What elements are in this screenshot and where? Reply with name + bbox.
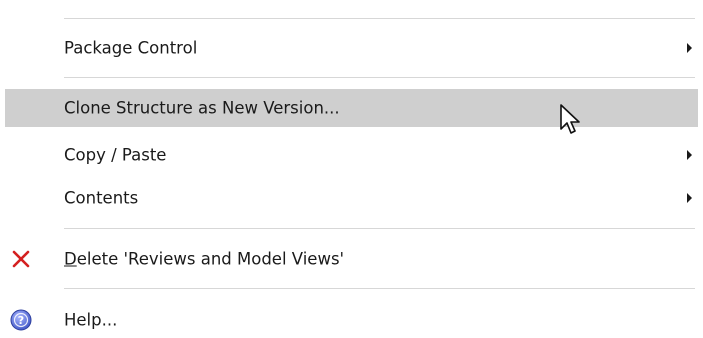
menu-item-delete[interactable]: Delete 'Reviews and Model Views': [0, 240, 703, 278]
menu-item-label: Package Control: [64, 38, 198, 58]
context-menu: Package Control Clone Structure as New V…: [0, 0, 703, 338]
menu-item-label: Copy / Paste: [64, 145, 167, 165]
help-icon: ?: [10, 309, 32, 331]
menu-item-label: Delete 'Reviews and Model Views': [64, 250, 344, 269]
menu-item-label: Clone Structure as New Version...: [64, 98, 340, 118]
menu-item-label: Help...: [64, 310, 118, 330]
submenu-arrow-icon: [687, 193, 692, 203]
menu-item-clone-structure[interactable]: Clone Structure as New Version...: [5, 89, 698, 127]
submenu-arrow-icon: [687, 150, 692, 160]
menu-item-help[interactable]: ? Help...: [0, 301, 703, 338]
menu-item-copy-paste[interactable]: Copy / Paste: [0, 136, 703, 174]
svg-text:?: ?: [18, 314, 24, 327]
mnemonic-char: D: [64, 249, 77, 269]
menu-item-label: Contents: [64, 188, 139, 208]
delete-x-icon: [12, 250, 30, 268]
menu-separator: [64, 288, 695, 289]
menu-item-package-control[interactable]: Package Control: [0, 29, 703, 67]
mouse-cursor-icon: [560, 104, 580, 134]
menu-separator: [64, 228, 695, 229]
menu-separator: [64, 18, 695, 19]
menu-separator: [64, 77, 695, 78]
menu-item-label-rest: elete 'Reviews and Model Views': [76, 249, 345, 269]
menu-item-contents[interactable]: Contents: [0, 179, 703, 217]
submenu-arrow-icon: [687, 43, 692, 53]
